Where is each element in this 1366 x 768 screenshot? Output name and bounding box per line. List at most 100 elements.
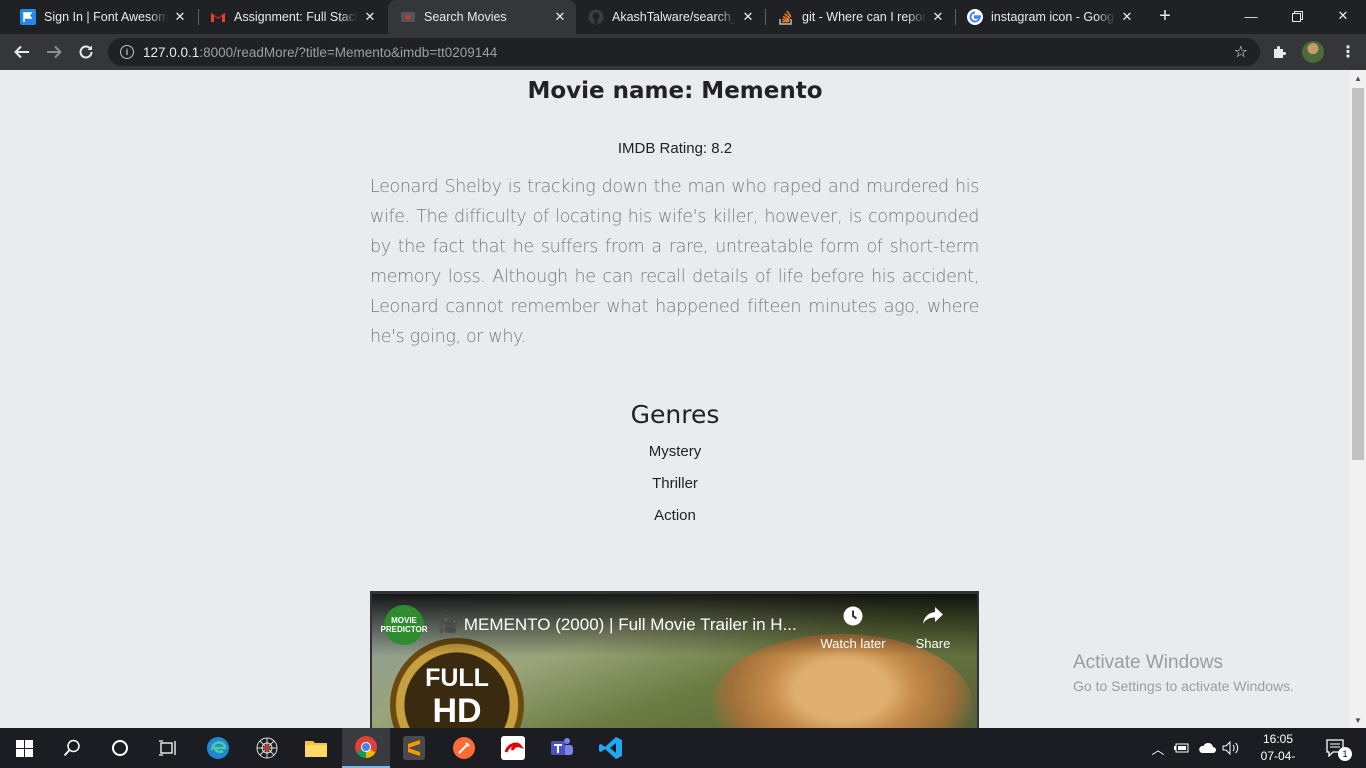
watch-later-button[interactable]: Watch later [813, 606, 893, 651]
start-button[interactable] [0, 728, 48, 768]
github-icon [588, 9, 604, 25]
minimize-button[interactable]: — [1228, 0, 1274, 32]
genre-item: Thriller [652, 475, 698, 492]
airtel-app[interactable] [489, 728, 537, 768]
vertical-scrollbar[interactable]: ▲ ▼ [1350, 70, 1366, 728]
spider-app[interactable] [243, 728, 291, 768]
close-icon[interactable]: ✕ [1119, 9, 1135, 25]
tab-stackoverflow[interactable]: git - Where can I report ✕ [766, 0, 954, 34]
scrollbar-thumb[interactable] [1352, 88, 1364, 460]
close-icon[interactable]: ✕ [930, 9, 946, 25]
badge-line2: HD [432, 692, 482, 728]
gmail-icon [210, 9, 226, 25]
page-icon [400, 9, 416, 25]
cortana-circle-icon [112, 740, 128, 756]
postman-app[interactable] [440, 728, 488, 768]
reload-button[interactable] [72, 38, 100, 66]
badge-line1: FULL [425, 664, 489, 692]
close-icon[interactable]: ✕ [362, 9, 378, 25]
chrome-icon [355, 736, 377, 758]
youtube-video-embed[interactable]: FULL HD MOVIE PREDICTOR 🎥 MEMENTO (2000)… [370, 591, 979, 728]
genres-heading: Genres [630, 400, 720, 429]
vscode-app[interactable] [587, 728, 635, 768]
genre-item: Action [654, 507, 696, 524]
chrome-app[interactable] [342, 728, 390, 768]
volume-icon[interactable] [1220, 728, 1242, 768]
tab-google[interactable]: instagram icon - Google ✕ [955, 0, 1143, 34]
scroll-down-arrow[interactable]: ▼ [1350, 712, 1366, 728]
profile-avatar[interactable] [1302, 41, 1324, 63]
tab-title: AkashTalware/search_tr [612, 10, 736, 24]
info-icon[interactable]: i [120, 45, 134, 59]
close-icon[interactable]: ✕ [172, 9, 188, 25]
tray-chevron-icon[interactable]: ︿ [1148, 728, 1168, 768]
genre-item: Mystery [648, 443, 702, 460]
onedrive-cloud-icon[interactable] [1196, 728, 1218, 768]
windows-logo-icon [15, 739, 33, 757]
file-explorer-app[interactable] [292, 728, 340, 768]
video-title[interactable]: 🎥 MEMENTO (2000) | Full Movie Trailer in… [438, 615, 818, 635]
share-label: Share [915, 636, 951, 651]
task-view-icon [159, 740, 176, 756]
search-icon [63, 739, 80, 757]
imdb-rating: IMDB Rating: 8.2 [617, 140, 733, 157]
video-title-text: MEMENTO (2000) | Full Movie Trailer in H… [463, 615, 797, 634]
restore-button[interactable] [1274, 0, 1320, 32]
edge-icon [207, 737, 229, 759]
google-icon [967, 9, 983, 25]
scroll-up-arrow[interactable]: ▲ [1350, 70, 1366, 86]
close-icon[interactable]: ✕ [552, 9, 568, 25]
watermark-subtitle: Go to Settings to activate Windows. [1073, 678, 1294, 694]
tab-strip: Sign In | Font Awesome ✕ Assignment: Ful… [0, 0, 1366, 34]
watermark-title: Activate Windows [1073, 652, 1223, 673]
back-button[interactable] [8, 38, 36, 66]
tab-font-awesome[interactable]: Sign In | Font Awesome ✕ [8, 0, 196, 34]
restore-icon [1291, 10, 1303, 22]
tab-github[interactable]: AkashTalware/search_tr ✕ [576, 0, 764, 34]
clock-icon [813, 606, 893, 632]
close-icon[interactable]: ✕ [740, 9, 756, 25]
tab-title: Sign In | Font Awesome [44, 10, 168, 24]
film-projector-icon: 🎥 [438, 615, 464, 634]
channel-avatar[interactable]: MOVIE PREDICTOR [381, 605, 427, 645]
tab-gmail[interactable]: Assignment: Full Stack D ✕ [198, 0, 386, 34]
search-button[interactable] [48, 728, 96, 768]
airtel-icon [501, 736, 525, 760]
menu-kebab-icon[interactable]: ⋮ [1336, 40, 1360, 64]
browser-toolbar: i 127.0.0.1 :8000/readMore/?title=Mement… [0, 34, 1366, 70]
watch-later-label: Watch later [820, 636, 886, 651]
cortana-button[interactable] [96, 728, 144, 768]
teams-app[interactable] [538, 728, 586, 768]
sublime-icon [403, 736, 425, 760]
battery-icon[interactable] [1172, 728, 1192, 768]
reload-icon [79, 45, 93, 59]
stackoverflow-icon [778, 9, 794, 25]
url-host: 127.0.0.1 [143, 44, 200, 60]
address-bar[interactable]: i 127.0.0.1 :8000/readMore/?title=Mement… [108, 38, 1260, 66]
new-tab-button[interactable]: + [1154, 5, 1176, 27]
sublime-text-app[interactable] [390, 728, 438, 768]
movie-plot: Leonard Shelby is tracking down the man … [370, 177, 979, 347]
activate-windows-watermark: Activate Windows Go to Settings to activ… [1073, 652, 1294, 694]
edge-app[interactable] [194, 728, 242, 768]
windows-taskbar: ︿ 16:05 07-04-2021 1 [0, 728, 1366, 768]
extensions-puzzle-icon[interactable] [1268, 40, 1292, 64]
spider-web-icon [256, 737, 278, 759]
tab-title: Assignment: Full Stack D [234, 10, 358, 24]
vscode-icon [599, 737, 622, 759]
tab-title: Search Movies [424, 10, 507, 24]
notification-center-button[interactable]: 1 [1318, 728, 1354, 768]
system-clock[interactable]: 16:05 07-04-2021 [1250, 731, 1306, 768]
folder-icon [305, 741, 327, 757]
share-button[interactable]: Share [893, 606, 973, 651]
forward-button[interactable] [40, 38, 68, 66]
tab-title: instagram icon - Google [991, 10, 1115, 24]
share-arrow-icon [893, 606, 973, 632]
close-window-button[interactable]: ✕ [1320, 0, 1366, 32]
bookmark-star-icon[interactable]: ☆ [1234, 42, 1248, 62]
tab-search-movies[interactable]: Search Movies ✕ [388, 0, 576, 34]
font-awesome-flag-icon [20, 9, 36, 25]
clock-time: 16:05 [1262, 732, 1294, 746]
teams-icon [551, 738, 573, 755]
task-view-button[interactable] [144, 728, 192, 768]
